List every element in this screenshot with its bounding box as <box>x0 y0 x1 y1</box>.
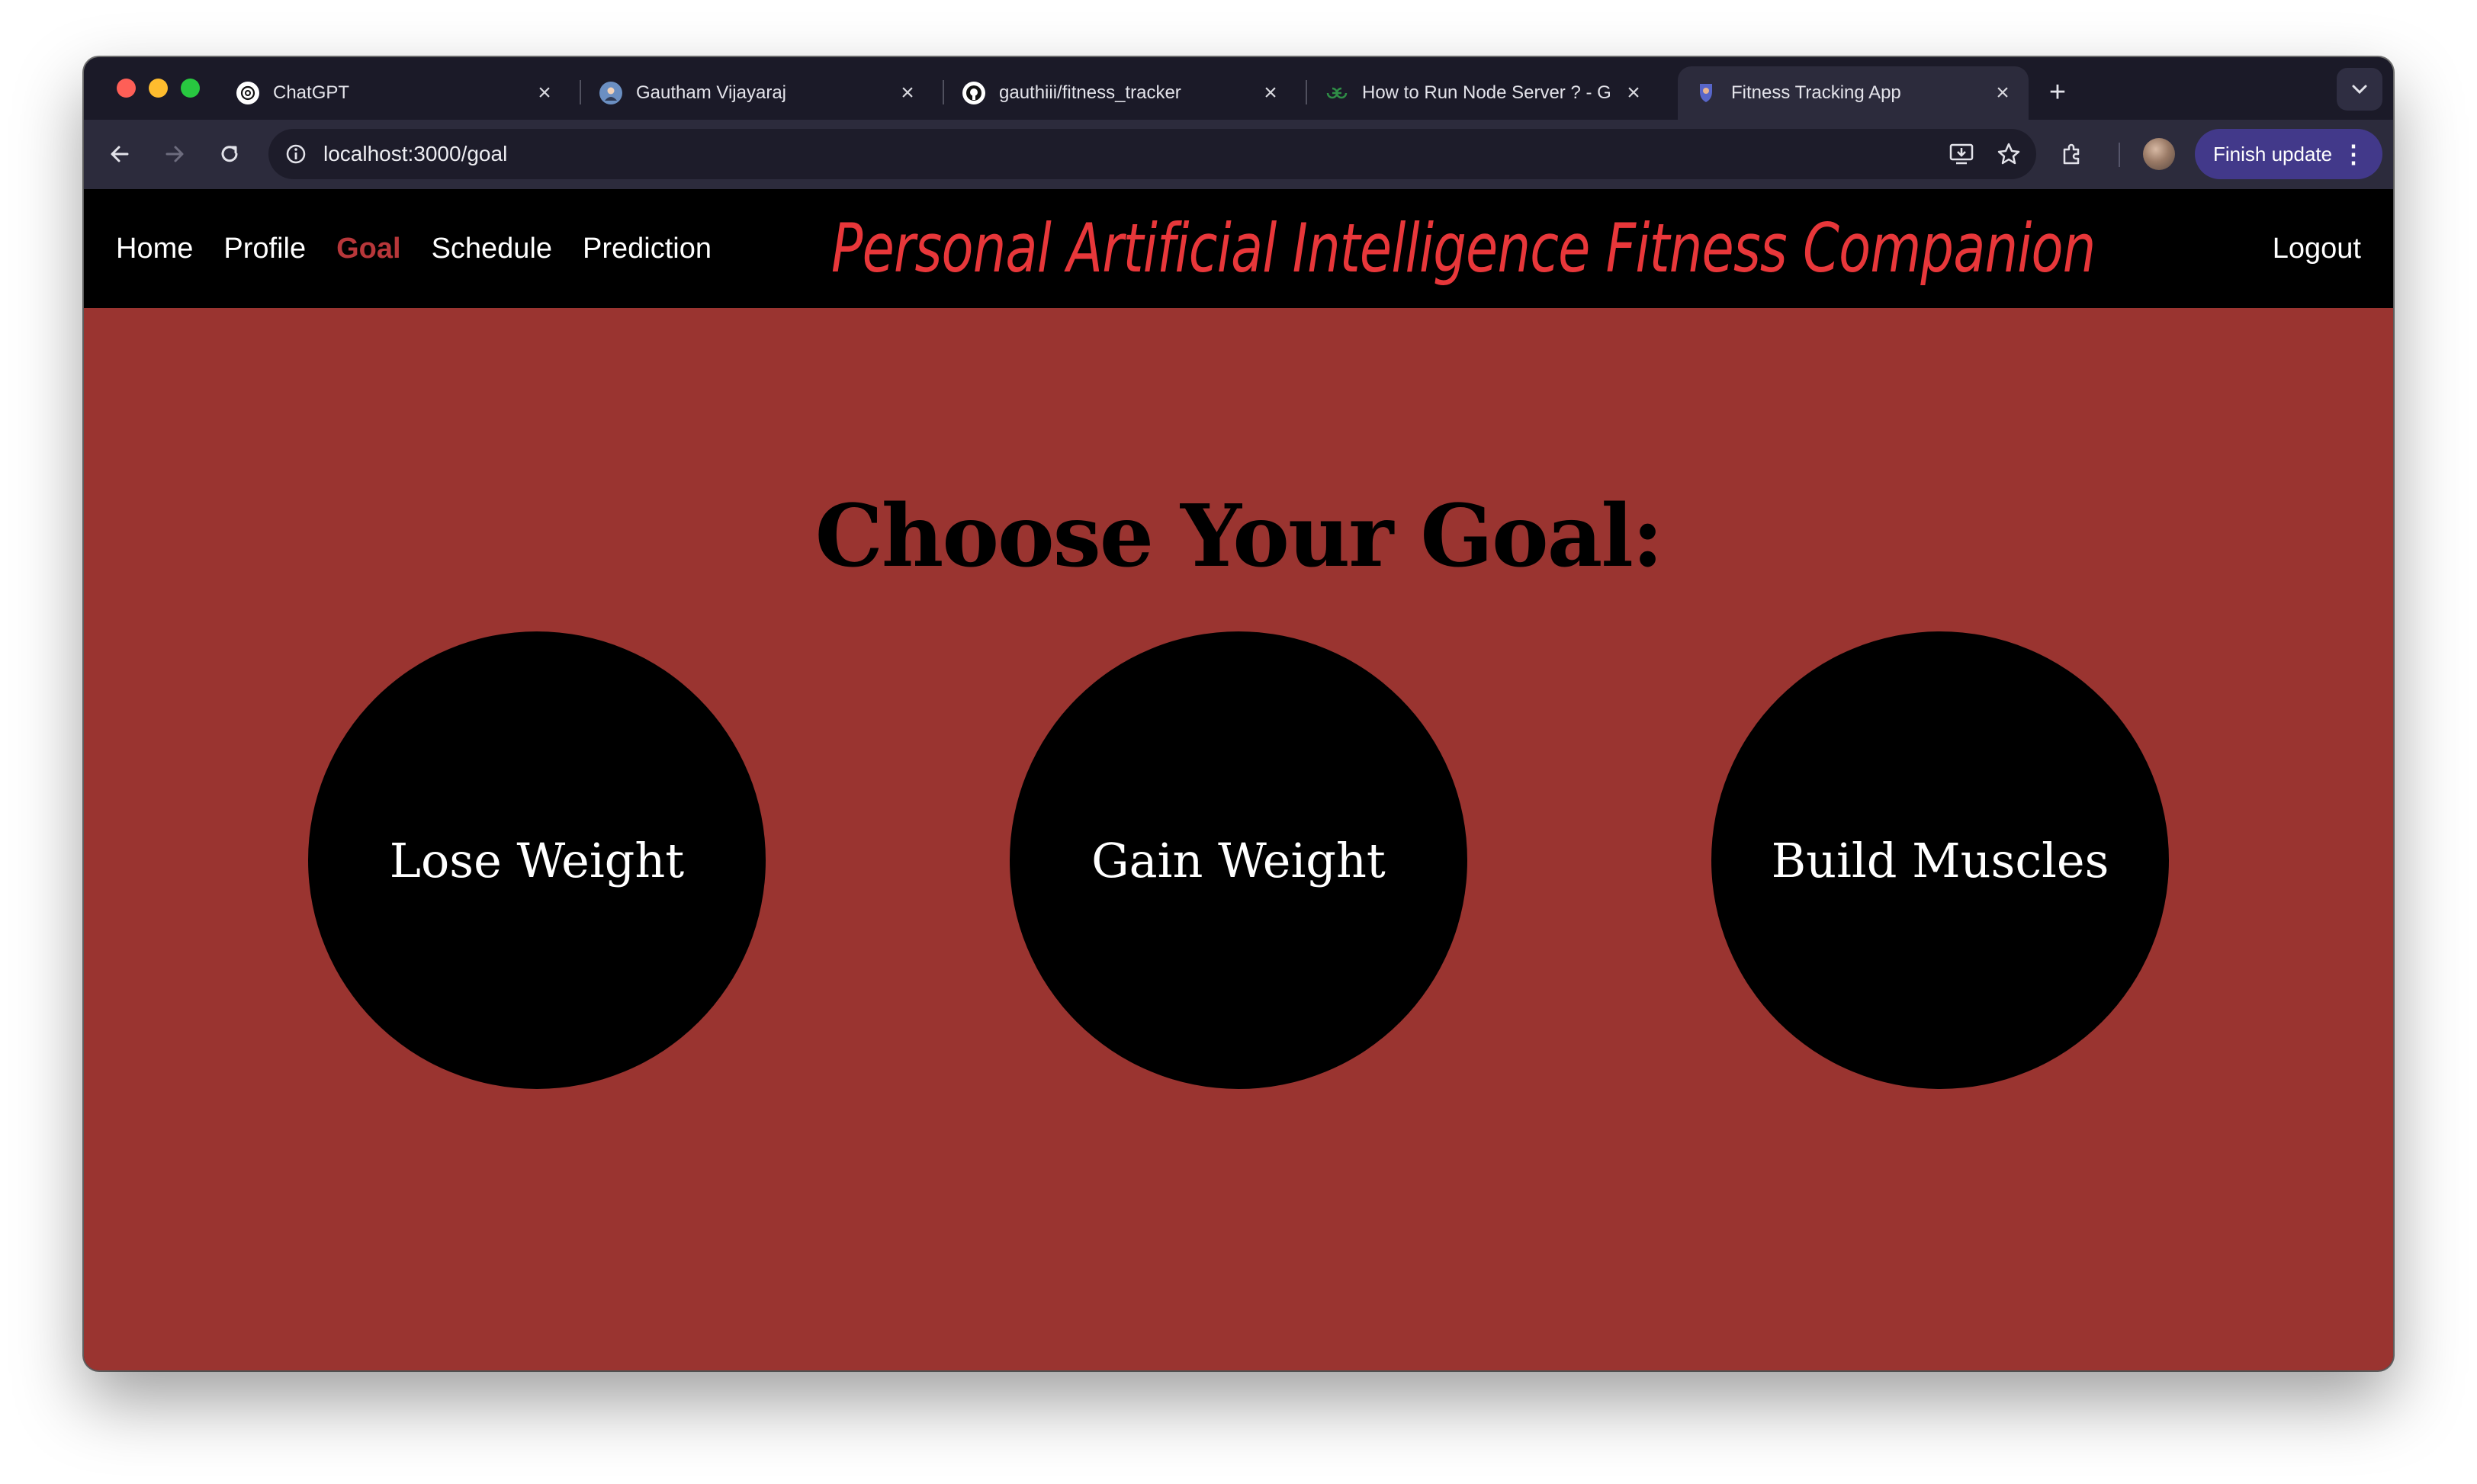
goal-build-muscles-button[interactable]: Build Muscles <box>1711 631 2169 1089</box>
tab-chatgpt[interactable]: ChatGPT × <box>220 66 570 120</box>
close-icon[interactable]: × <box>1257 79 1284 107</box>
tab-label: ChatGPT <box>273 82 350 103</box>
goal-label: Gain Weight <box>1091 832 1386 888</box>
forward-button[interactable] <box>156 135 194 173</box>
url-text[interactable]: localhost:3000/goal <box>323 129 507 179</box>
profile-avatar[interactable] <box>2143 138 2175 170</box>
tab-github[interactable]: gauthiii/fitness_tracker × <box>946 66 1296 120</box>
tab-fitness-app[interactable]: Fitness Tracking App × <box>1678 66 2029 120</box>
finish-update-button[interactable]: Finish update ⋮ <box>2195 129 2382 179</box>
goal-label: Lose Weight <box>389 832 685 888</box>
tab-search-button[interactable] <box>2337 68 2382 111</box>
tab-divider <box>943 80 944 104</box>
logout-button[interactable]: Logout <box>2273 189 2361 308</box>
tab-label: gauthiii/fitness_tracker <box>999 82 1181 103</box>
finish-update-label: Finish update <box>2213 142 2333 165</box>
goal-lose-weight-button[interactable]: Lose Weight <box>308 631 766 1089</box>
web-page: Home Profile Goal Schedule Prediction Pe… <box>84 189 2393 1370</box>
toolbar-divider <box>2119 143 2120 167</box>
tab-divider <box>1306 80 1307 104</box>
browser-window: ChatGPT × Gautham Vijayaraj × gauthiii/f… <box>84 57 2393 1370</box>
nav-schedule[interactable]: Schedule <box>432 233 552 265</box>
arrow-left-icon <box>111 146 129 162</box>
tab-strip: ChatGPT × Gautham Vijayaraj × gauthiii/f… <box>84 57 2393 120</box>
tab-gautham[interactable]: Gautham Vijayaraj × <box>583 66 933 120</box>
close-icon[interactable]: × <box>1620 79 1647 107</box>
tab-label: How to Run Node Server ? - G <box>1362 82 1611 103</box>
nav-profile[interactable]: Profile <box>223 233 306 265</box>
nav-links: Home Profile Goal Schedule Prediction <box>116 189 712 308</box>
reload-icon <box>221 146 238 162</box>
github-icon <box>962 82 985 104</box>
nav-prediction[interactable]: Prediction <box>583 233 712 265</box>
app-favicon-icon <box>1695 82 1717 104</box>
tab-divider <box>580 80 581 104</box>
bookmark-star-icon[interactable] <box>1993 139 2024 169</box>
back-button[interactable] <box>101 135 139 173</box>
close-icon[interactable]: × <box>894 79 921 107</box>
more-menu-icon[interactable]: ⋮ <box>2341 140 2366 169</box>
puzzle-icon <box>2063 143 2080 165</box>
window-controls <box>117 79 200 98</box>
minimize-window-button[interactable] <box>149 79 168 98</box>
close-icon[interactable]: × <box>1989 79 2016 107</box>
browser-toolbar: localhost:3000/goal Finish update ⋮ <box>84 120 2393 189</box>
maximize-window-button[interactable] <box>181 79 200 98</box>
reload-button[interactable] <box>210 135 249 173</box>
close-icon[interactable]: × <box>531 79 558 107</box>
tab-label: Gautham Vijayaraj <box>636 82 786 103</box>
profile-avatar-icon <box>599 82 622 104</box>
site-info-icon[interactable] <box>282 140 310 168</box>
extensions-button[interactable] <box>2053 135 2091 173</box>
app-navbar: Home Profile Goal Schedule Prediction Pe… <box>84 189 2393 308</box>
tab-label: Fitness Tracking App <box>1731 82 1901 103</box>
tab-geeksforgeeks[interactable]: How to Run Node Server ? - G × <box>1309 66 1659 120</box>
address-bar[interactable]: localhost:3000/goal <box>268 129 2036 179</box>
close-window-button[interactable] <box>117 79 136 98</box>
page-title: Choose Your Goal: <box>814 487 1663 586</box>
chevron-down-icon <box>2352 85 2367 95</box>
arrow-right-icon <box>165 146 184 162</box>
goal-label: Build Muscles <box>1771 832 2109 888</box>
chatgpt-icon <box>236 82 259 104</box>
brand-title: Personal Artificial Intelligence Fitness… <box>831 209 2096 287</box>
nav-home[interactable]: Home <box>116 233 193 265</box>
new-tab-button[interactable]: + <box>2041 75 2074 109</box>
geeksforgeeks-icon <box>1325 82 1348 104</box>
install-app-icon[interactable] <box>1946 139 1977 169</box>
nav-goal[interactable]: Goal <box>336 233 400 265</box>
goal-gain-weight-button[interactable]: Gain Weight <box>1010 631 1467 1089</box>
